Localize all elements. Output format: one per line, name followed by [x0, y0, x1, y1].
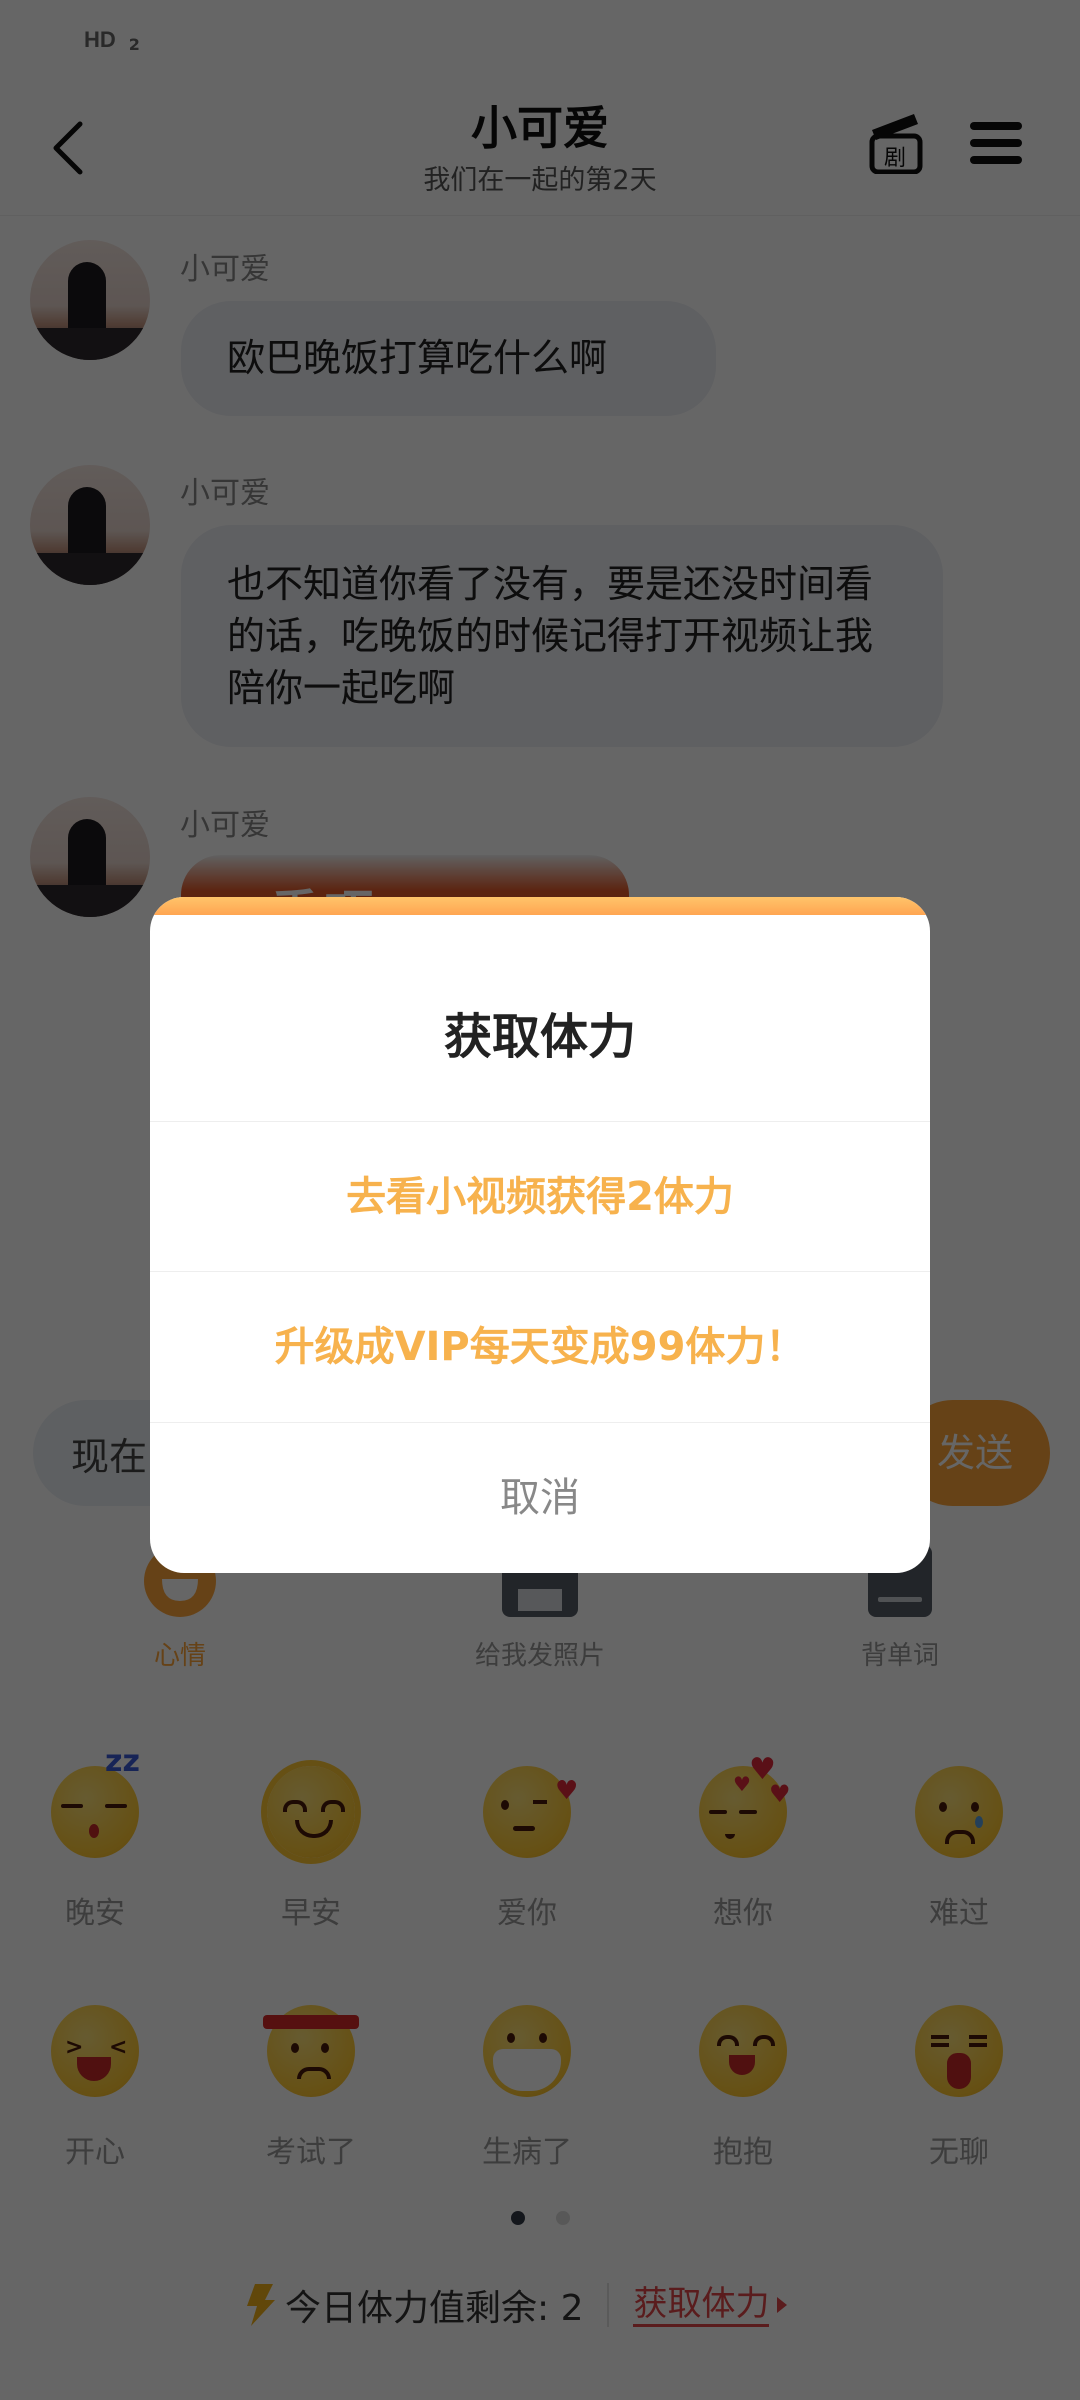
- watch-video-option[interactable]: 去看小视频获得2体力: [150, 1121, 930, 1272]
- get-energy-dialog: 获取体力 去看小视频获得2体力 升级成VIP每天变成99体力！ 取消: [150, 897, 930, 1573]
- cancel-button[interactable]: 取消: [150, 1422, 930, 1573]
- dialog-title: 获取体力: [443, 1009, 636, 1065]
- upgrade-vip-option[interactable]: 升级成VIP每天变成99体力！: [150, 1271, 930, 1422]
- dialog-top-band: [150, 897, 930, 915]
